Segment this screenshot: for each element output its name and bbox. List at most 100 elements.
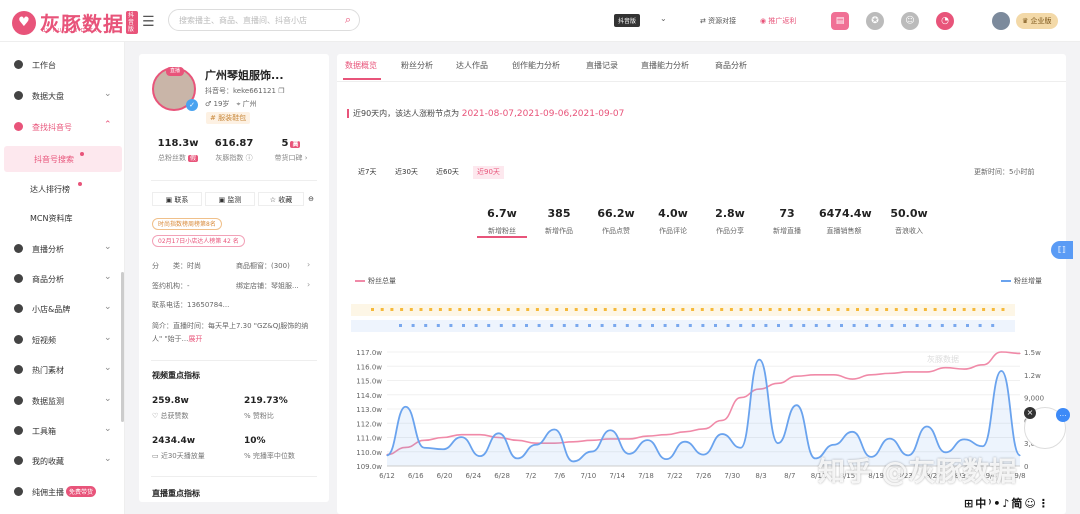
new-dot [78,182,82,186]
main-panel: 数据概览 粉丝分析 达人作品 创作能力分析 直播记录 直播能力分析 商品分析 近90天内，该… [337,54,1066,514]
promo-link[interactable]: ◉ 推广返利 [760,16,796,26]
enterprise-badge[interactable]: ♛ 企业版 [1016,13,1058,29]
live-marker [462,324,465,327]
chevron-icon[interactable]: ⌄ [104,424,112,434]
brand-logo[interactable]: ♥ 灰豚数据 抖音版 BY HUITUN DATA [12,8,138,37]
live-marker [499,324,503,327]
shop-row[interactable]: 绑定店铺：琴姐服... [236,281,299,291]
live-marker [424,324,428,327]
live-marker [739,324,743,327]
rank-notice[interactable]: 02月17日小店达人榜第 42 名 [152,235,245,247]
video-marker [885,308,889,311]
search-icon[interactable]: ⌕ [345,13,351,27]
help-icon[interactable]: ⓘ [246,154,253,162]
video-marker [594,308,598,311]
x-tick-label: 6/12 [379,472,395,480]
free-badge: 免费带货 [66,486,97,497]
message-icon[interactable]: ◔ [936,12,954,30]
chevron-icon[interactable]: ⌃ [104,120,112,130]
stat-reputation[interactable]: 5高 带货口碑 › [263,138,319,163]
rank-notice[interactable]: 时尚指数榜周榜第8名 [152,218,222,230]
data-point [1000,370,1002,372]
app-icon[interactable]: ▤ [831,12,849,30]
video-marker [923,308,927,311]
sidebar-item[interactable]: 商品分析 ⌄ [0,266,125,292]
live-marker [411,324,415,327]
goods-row[interactable]: 商品橱窗：(300) [236,261,290,271]
chat-icon[interactable]: … [1056,408,1070,422]
badge-icon[interactable]: ✪ [866,12,884,30]
chevron-icon[interactable]: ⌄ [104,454,112,464]
chevron-icon[interactable]: ⌄ [104,363,112,373]
data-point [814,457,816,459]
copy-icon[interactable]: ❐ [278,87,284,95]
sidebar-item[interactable]: 小店&品牌 ⌄ [0,296,125,322]
chevron-icon[interactable]: ⌄ [104,333,112,343]
platform-select[interactable]: 抖音版 [614,14,641,27]
video-marker [506,308,510,311]
data-point [702,428,705,430]
fake-fans-badge[interactable]: 假 [187,155,198,162]
x-tick-label: 7/6 [554,472,566,480]
live-marker [550,324,554,327]
metric-value: 2434.4w [152,436,196,446]
sidebar-item[interactable]: 短视频 ⌄ [0,327,125,353]
chevron-right-icon[interactable]: › [307,280,310,289]
favorite-button[interactable]: ☆ 收藏 [258,192,304,206]
sidebar-item[interactable]: 查找抖音号 ⌃ [0,114,125,140]
sidebar-item[interactable]: 数据大盘 ⌄ [0,83,125,109]
goods-label: 商品橱窗： [236,262,271,270]
resources-link[interactable]: ⇄ 资源对接 [700,16,736,26]
chevron-icon[interactable]: ⌄ [104,302,112,312]
monitor-button[interactable]: ▣ 监测 [205,192,255,206]
sidebar-item[interactable]: 数据监测 ⌄ [0,388,125,414]
data-point [963,438,965,440]
x-tick-label: 6/24 [465,472,481,480]
video-marker [1001,308,1005,311]
chevron-icon[interactable]: ⌄ [104,272,112,282]
sidebar-item[interactable]: 我的收藏 ⌄ [0,448,125,474]
service-icon[interactable]: ☺ [901,12,919,30]
data-point [628,453,630,455]
data-point [1019,454,1021,456]
sidebar-item[interactable]: 纯佣主播 免费带货 [0,479,125,505]
chevron-right-icon[interactable]: › [307,260,310,269]
sidebar-item[interactable]: 抖音号搜索 [4,146,122,172]
phone-row: 联系电话：13650784... [152,300,229,310]
video-marker [584,308,588,311]
x-tick-label: 7/10 [581,472,597,480]
sidebar-item-label: 达人排行榜 [30,185,70,194]
sidebar-item[interactable]: 工具箱 ⌄ [0,418,125,444]
chevron-down-icon[interactable]: ⌄ [660,14,667,23]
sidebar-item[interactable]: 达人排行榜 [0,176,125,202]
video-marker [817,308,821,311]
close-icon[interactable]: × [1024,407,1036,419]
chevron-icon[interactable]: ⌄ [104,394,112,404]
data-point [982,364,984,366]
chart-icon [14,91,23,100]
sidebar-item[interactable]: 热门素材 ⌄ [0,357,125,383]
sidebar-item[interactable]: 工作台 [0,52,125,78]
category-row: 分 类：时尚 [152,261,201,271]
ime-toolbar[interactable]: ⊞中⁾•♪简☺⋮ [960,494,1055,512]
scrollbar[interactable] [121,272,124,422]
user-avatar[interactable] [992,12,1010,30]
video-marker [632,308,636,311]
live-badge: 直播 [166,67,184,76]
float-toggle-button[interactable]: ⟦⟧ [1051,241,1073,259]
sidebar-item[interactable]: 直播分析 ⌄ [0,236,125,262]
contact-button[interactable]: ▣ 联系 [152,192,202,206]
chevron-icon[interactable]: ⌄ [104,89,112,99]
more-icon[interactable]: ⊖ [305,192,317,206]
video-marker [681,308,685,311]
video-marker [953,308,956,311]
sidebar-item[interactable]: MCN资料库 [0,205,125,231]
menu-toggle-icon[interactable]: ☰ [142,14,155,30]
metric-completion: 10% % 完播率中位数 [244,436,295,461]
expand-link[interactable]: 展开 [188,335,202,343]
chevron-icon[interactable]: ⌄ [104,242,112,252]
live-marker [688,324,692,327]
search-input[interactable]: 搜索播主、商品、直播间、抖音小店 ⌕ [168,9,360,31]
category-value: 时尚 [187,262,201,270]
goods-value: (300) [271,262,290,270]
